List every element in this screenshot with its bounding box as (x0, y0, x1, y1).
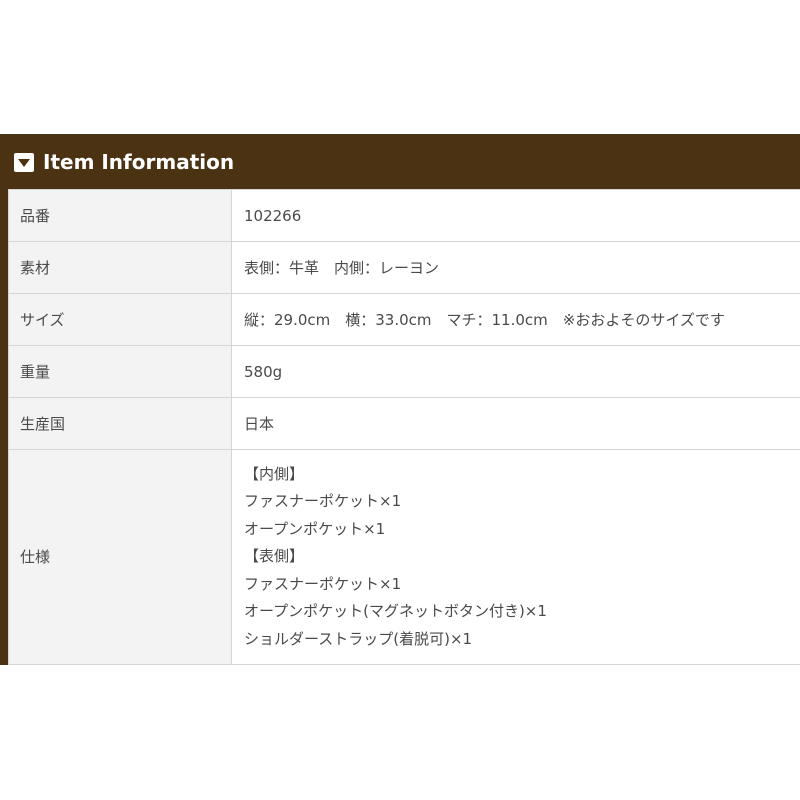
section-header: Item Information (0, 134, 800, 189)
row-label-country: 生産国 (8, 397, 232, 450)
triangle-down-icon (14, 153, 34, 172)
table-row: 素材 表側：牛革 内側：レーヨン (8, 241, 800, 294)
item-information-panel: Item Information 品番 102266 素材 表側：牛革 内側：レ… (0, 134, 800, 665)
row-label-product-number: 品番 (8, 189, 232, 242)
row-value-product-number: 102266 (231, 189, 800, 242)
section-title: Item Information (43, 150, 235, 174)
row-value-material: 表側：牛革 内側：レーヨン (231, 241, 800, 294)
table-row: 品番 102266 (8, 189, 800, 242)
spec-line: 【内側】 (244, 464, 305, 483)
table-row: 重量 580g (8, 345, 800, 398)
row-label-specification: 仕様 (8, 449, 232, 665)
spec-line: オープンポケット×1 (244, 519, 386, 538)
row-value-weight: 580g (231, 345, 800, 398)
table-row: 仕様 【内側】 ファスナーポケット×1 オープンポケット×1 【表側】 ファスナ… (8, 449, 800, 665)
row-value-specification: 【内側】 ファスナーポケット×1 オープンポケット×1 【表側】 ファスナーポケ… (231, 449, 800, 665)
row-label-weight: 重量 (8, 345, 232, 398)
row-value-country: 日本 (231, 397, 800, 450)
table-row: 生産国 日本 (8, 397, 800, 450)
spec-line: ファスナーポケット×1 (244, 492, 402, 511)
row-value-size: 縦：29.0cm 横：33.0cm マチ：11.0cm ※おおよそのサイズです (231, 293, 800, 346)
row-label-size: サイズ (8, 293, 232, 346)
row-label-material: 素材 (8, 241, 232, 294)
spec-line: ショルダーストラップ(着脱可)×1 (244, 629, 473, 648)
table-row: サイズ 縦：29.0cm 横：33.0cm マチ：11.0cm ※おおよそのサイ… (8, 293, 800, 346)
spec-line: ファスナーポケット×1 (244, 574, 402, 593)
spec-line: 【表側】 (244, 547, 305, 566)
item-info-table: 品番 102266 素材 表側：牛革 内側：レーヨン サイズ 縦：29.0cm … (8, 189, 800, 665)
spec-line: オープンポケット(マグネットボタン付き)×1 (244, 602, 547, 621)
